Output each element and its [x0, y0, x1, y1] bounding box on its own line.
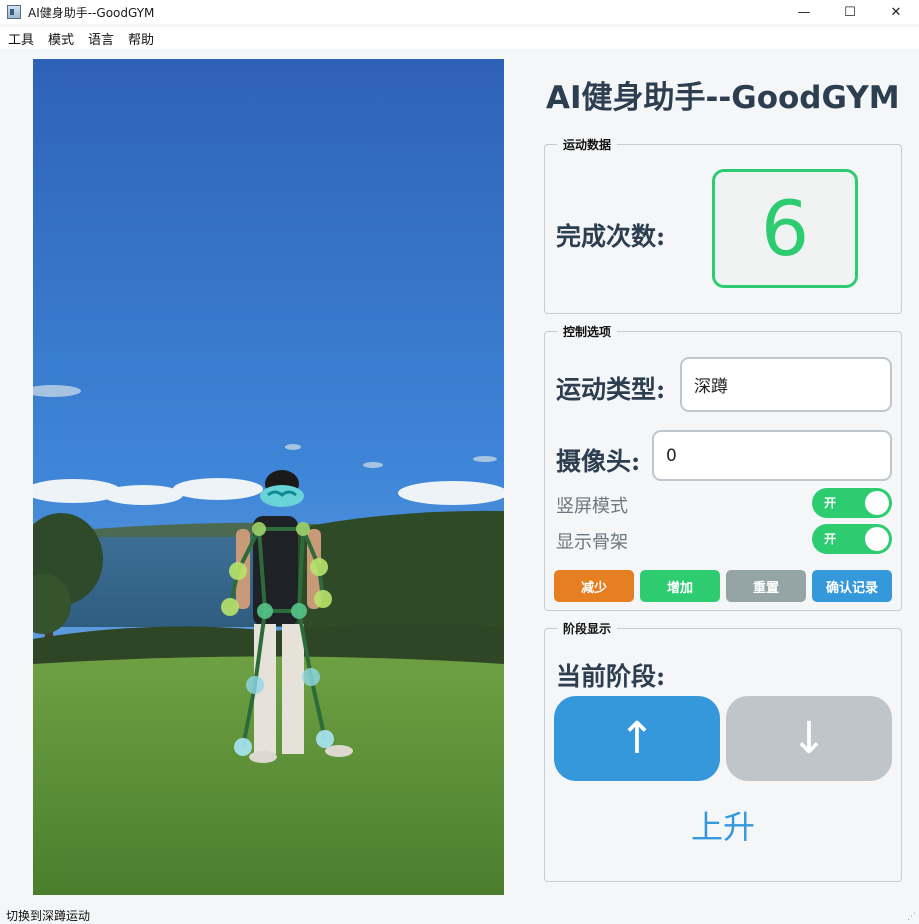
reset-button[interactable]: 重置 — [726, 570, 806, 602]
maximize-button[interactable]: ☐ — [827, 0, 873, 24]
minimize-button[interactable]: — — [781, 0, 827, 24]
camera-scene — [33, 59, 504, 895]
stage-group: 阶段显示 当前阶段: ↑ ↓ 上升 — [544, 620, 902, 882]
portrait-mode-toggle[interactable]: 开 — [812, 488, 892, 518]
stage-group-title: 阶段显示 — [557, 620, 618, 637]
controls-group-title: 控制选项 — [557, 323, 618, 340]
forest-hill — [293, 510, 504, 639]
title-bar: AI健身助手--GoodGYM — ☐ ✕ — [0, 0, 919, 24]
count-display: 6 — [712, 169, 858, 288]
stage-down-indicator: ↓ — [726, 696, 892, 781]
confirm-record-button[interactable]: 确认记录 — [812, 570, 892, 602]
arrow-up-icon: ↑ — [618, 713, 656, 764]
camera-feed — [33, 59, 504, 895]
current-stage-label: 当前阶段: — [556, 662, 666, 691]
exercise-type-field[interactable]: 深蹲 — [680, 357, 892, 412]
menu-mode[interactable]: 模式 — [44, 29, 78, 48]
window-title: AI健身助手--GoodGYM — [28, 5, 155, 20]
portrait-mode-label: 竖屏模式 — [556, 496, 628, 517]
app-heading: AI健身助手--GoodGYM — [546, 80, 900, 116]
status-bar: 切换到深蹲运动 ⋰ — [0, 907, 919, 924]
controls-group: 控制选项 运动类型: 深蹲 摄像头: 0 竖屏模式 开 显示骨架 开 减少 增加… — [544, 323, 902, 611]
count-label: 完成次数: — [556, 222, 666, 251]
portrait-toggle-text: 开 — [824, 496, 837, 510]
app-icon — [7, 5, 21, 19]
toggle-knob — [865, 491, 889, 515]
menu-help[interactable]: 帮助 — [124, 29, 158, 48]
stage-status-text: 上升 — [690, 808, 755, 846]
stage-up-indicator: ↑ — [554, 696, 720, 781]
stats-group: 运动数据 完成次数: 6 — [544, 136, 902, 314]
menu-language[interactable]: 语言 — [84, 29, 118, 48]
arrow-down-icon: ↓ — [790, 713, 828, 764]
menu-bar: 工具 模式 语言 帮助 — [0, 27, 919, 49]
window-controls: — ☐ ✕ — [781, 0, 919, 24]
stats-group-title: 运动数据 — [557, 136, 618, 153]
decrease-button[interactable]: 减少 — [554, 570, 634, 602]
camera-field[interactable]: 0 — [652, 430, 892, 481]
skeleton-toggle-text: 开 — [824, 532, 837, 546]
increase-button[interactable]: 增加 — [640, 570, 720, 602]
show-skeleton-toggle[interactable]: 开 — [812, 524, 892, 554]
menu-tools[interactable]: 工具 — [4, 29, 38, 48]
close-button[interactable]: ✕ — [873, 0, 919, 24]
show-skeleton-label: 显示骨架 — [556, 532, 628, 553]
status-message: 切换到深蹲运动 — [6, 909, 91, 923]
resize-grip-icon[interactable]: ⋰ — [907, 912, 916, 922]
exercise-type-label: 运动类型: — [556, 375, 666, 404]
toggle-knob — [865, 527, 889, 551]
camera-label: 摄像头: — [556, 447, 641, 476]
